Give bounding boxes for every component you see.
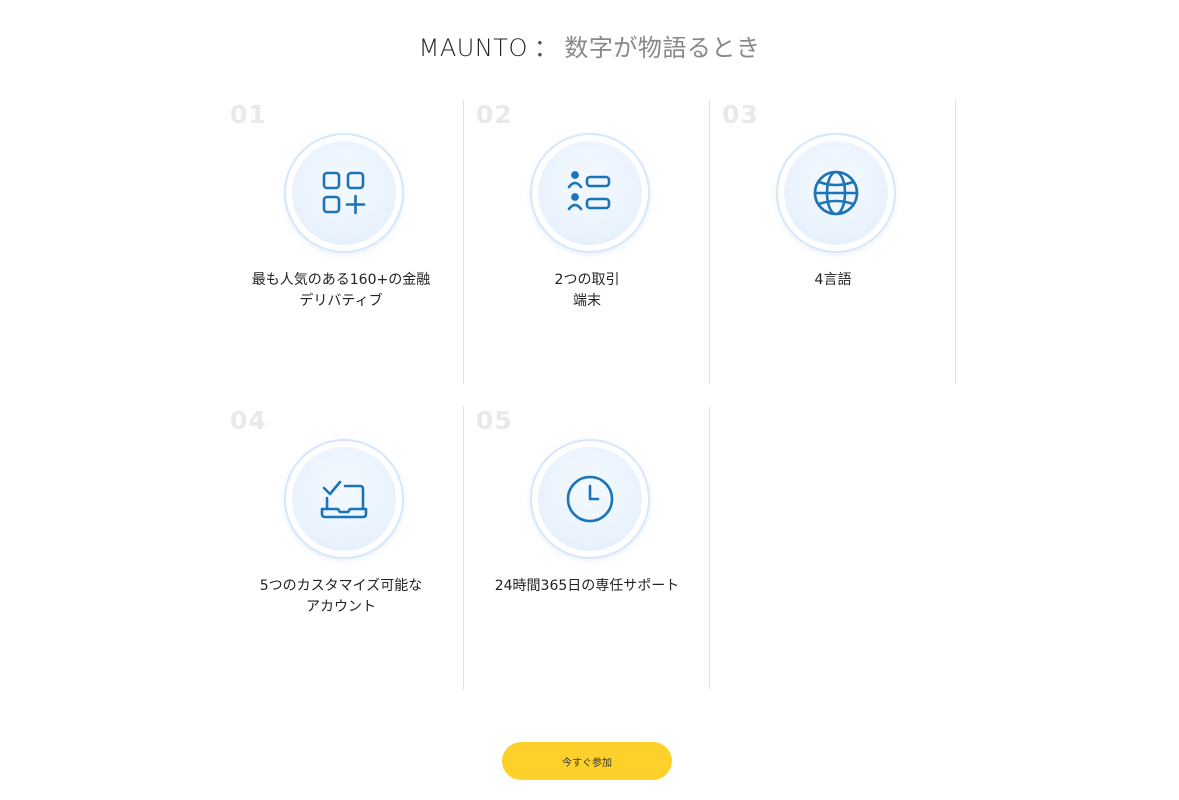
title-colon: ：: [533, 34, 559, 62]
feature-number: 02: [476, 100, 513, 129]
feature-number: 03: [722, 100, 759, 129]
feature-number: 05: [476, 406, 513, 435]
join-now-button[interactable]: 今すぐ参加: [502, 742, 672, 780]
feature-number: 01: [230, 100, 267, 129]
brand-name: MAUNTO: [418, 34, 528, 62]
feature-label: 2つの取引 端末: [554, 272, 620, 309]
feature-label: 5つのカスタマイズ可能な アカウント: [259, 578, 423, 615]
feature-card-3: 03 4言語: [710, 100, 956, 384]
globe-icon: [813, 170, 859, 216]
feature-card-4: 04 5つのカスタマイズ可能な アカウント: [218, 406, 464, 690]
feature-icon-badge: [284, 133, 404, 253]
page-title: MAUNTO：数字が物語るとき: [0, 28, 1179, 63]
feature-number: 04: [230, 406, 267, 435]
title-tagline: 数字が物語るとき: [564, 34, 761, 62]
clock-icon: [566, 475, 614, 523]
feature-icon-badge: [284, 439, 404, 559]
apps-grid-plus-icon: [322, 171, 366, 215]
user-list-icon: [567, 171, 611, 211]
feature-label: 4言語: [814, 272, 852, 288]
feature-card-5: 05 24時間365日の専任サポート: [464, 406, 710, 690]
feature-icon-badge: [530, 439, 650, 559]
feature-label: 24時間365日の専任サポート: [494, 578, 680, 594]
feature-icon-badge: [530, 133, 650, 253]
feature-label: 最も人気のある160+の金融 デリバティブ: [251, 272, 431, 309]
laptop-check-icon: [320, 480, 368, 519]
feature-card-1: 01 最も人気のある160+の金融 デリバティブ: [218, 100, 464, 384]
feature-card-2: 02 2つの取引 端末: [464, 100, 710, 384]
feature-icon-badge: [776, 133, 896, 253]
